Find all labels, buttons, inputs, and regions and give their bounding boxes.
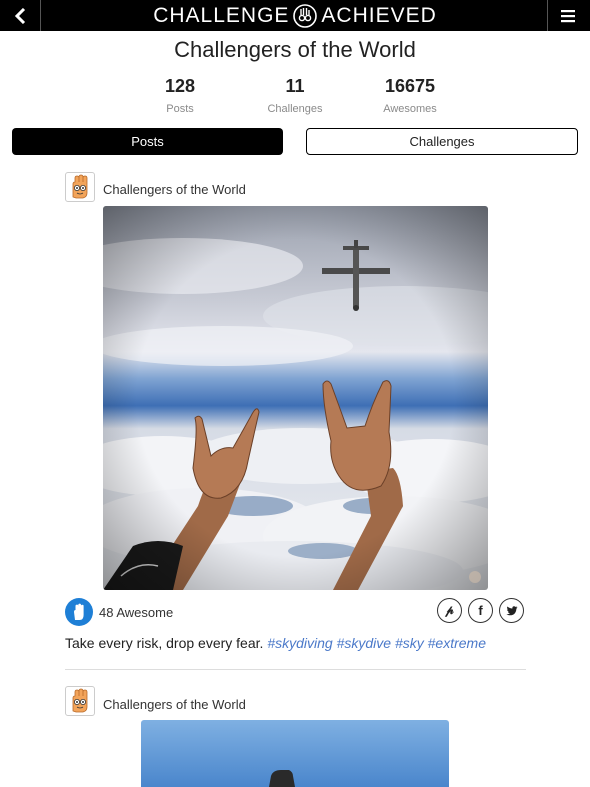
hashtag[interactable]: #skydive bbox=[337, 635, 391, 651]
stat-label: Awesomes bbox=[383, 103, 437, 115]
hand-mascot-icon bbox=[72, 688, 88, 713]
tab-posts[interactable]: Posts bbox=[12, 128, 283, 155]
caption-text: Take every risk, drop every fear. bbox=[65, 635, 264, 651]
hamburger-menu-icon bbox=[561, 9, 575, 22]
avatar[interactable] bbox=[65, 686, 95, 716]
logo-emblem-icon bbox=[293, 3, 318, 28]
logo-text-left: CHALLENGE bbox=[153, 3, 290, 27]
stat-challenges: 11 Challenges bbox=[235, 76, 355, 115]
awesome-count: 48 Awesome bbox=[99, 605, 174, 620]
hashtag[interactable]: #extreme bbox=[428, 635, 486, 651]
hand-mascot-icon bbox=[72, 174, 88, 199]
skydiving-photo bbox=[103, 206, 488, 590]
stat-value: 128 bbox=[164, 76, 196, 96]
stat-value: 16675 bbox=[384, 76, 436, 96]
facebook-share-button[interactable]: f bbox=[468, 598, 493, 623]
stat-posts: 128 Posts bbox=[120, 76, 240, 115]
top-bar: CHALLENGE ACHIEVED bbox=[0, 0, 590, 31]
awesome-button[interactable] bbox=[65, 598, 93, 626]
page-title: Challengers of the World bbox=[174, 37, 416, 62]
post-author[interactable]: Challengers of the World bbox=[103, 697, 246, 712]
post-divider bbox=[65, 669, 526, 670]
post-photo[interactable] bbox=[103, 206, 488, 590]
stat-label: Challenges bbox=[267, 103, 323, 115]
tab-challenges[interactable]: Challenges bbox=[306, 128, 578, 155]
hashtag[interactable]: #skydiving bbox=[267, 635, 332, 651]
pinterest-share-button[interactable]: 𝓅 bbox=[437, 598, 462, 623]
twitter-icon bbox=[505, 605, 517, 615]
post-caption: Take every risk, drop every fear. #skydi… bbox=[65, 635, 486, 651]
facebook-icon: f bbox=[478, 603, 483, 618]
avatar[interactable] bbox=[65, 172, 95, 202]
logo-text-right: ACHIEVED bbox=[321, 3, 437, 27]
stat-value: 11 bbox=[285, 76, 305, 96]
hashtag[interactable]: #sky bbox=[395, 635, 424, 651]
stat-label: Posts bbox=[166, 103, 194, 115]
pinterest-icon: 𝓅 bbox=[445, 603, 454, 617]
twitter-share-button[interactable] bbox=[499, 598, 524, 623]
menu-button[interactable] bbox=[547, 0, 588, 31]
post-author[interactable]: Challengers of the World bbox=[103, 182, 246, 197]
hand-icon bbox=[74, 603, 84, 620]
post-photo-preview bbox=[141, 720, 449, 787]
stat-awesomes: 16675 Awesomes bbox=[350, 76, 470, 115]
post-photo[interactable] bbox=[141, 720, 449, 787]
app-logo[interactable]: CHALLENGE ACHIEVED bbox=[0, 0, 590, 31]
